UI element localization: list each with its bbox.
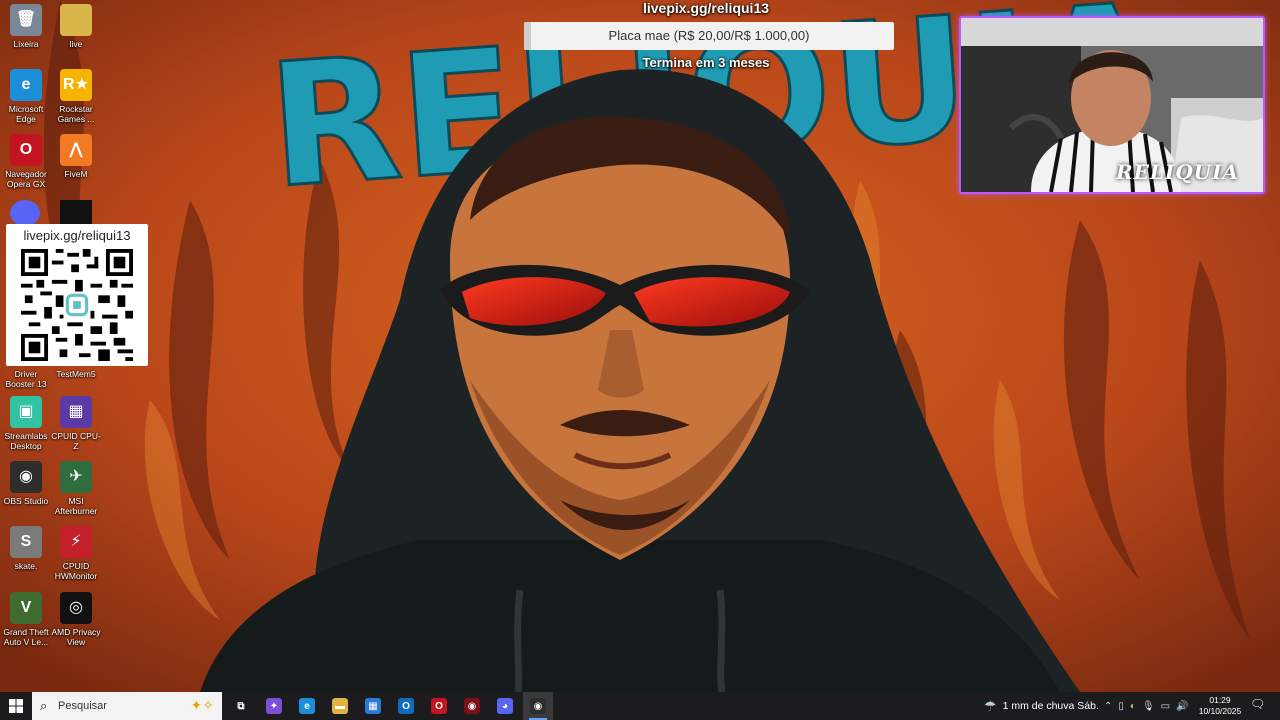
taskbar-app-unknown-red[interactable]: ◉ (457, 692, 487, 720)
opera-gx-icon: O (10, 134, 42, 166)
goal-progress-bar: Placa mae (R$ 20,00/R$ 1.000,00) (524, 22, 894, 50)
taskbar-app-copilot[interactable]: ✦ (259, 692, 289, 720)
desktop-icon-amd-privacy[interactable]: ◎ AMD Privacy View (50, 592, 102, 647)
desktop-icon-edge[interactable]: e Microsoft Edge (0, 69, 52, 124)
fivem-icon: ⋀ (60, 134, 92, 166)
goal-text: Placa mae (R$ 20,00/R$ 1.000,00) (608, 28, 810, 43)
file-explorer-icon: ▬ (332, 698, 348, 714)
show-hidden-icons[interactable]: ⌃ (1104, 701, 1112, 712)
webcam-label: RELIQUIA (1115, 160, 1239, 184)
desktop-icon-skate[interactable]: Sskate. (0, 526, 52, 571)
search-placeholder: Pesquisar (58, 700, 107, 712)
goal-ends-text: Termina em 3 meses (642, 55, 770, 70)
edge-icon: e (10, 69, 42, 101)
search-icon: ⌕ (40, 698, 48, 713)
taskbar-app-discord[interactable]: ◕ (490, 692, 520, 720)
edge-icon: e (299, 698, 315, 714)
app-icon[interactable] (60, 200, 92, 226)
network-icon[interactable]: ▭ (1161, 701, 1170, 712)
desktop-icon-label: Navegador Opera GX (5, 169, 47, 189)
desktop-icon-label: FiveM (64, 169, 88, 179)
desktop-icon-afterburner[interactable]: ✈ MSI Afterburner (50, 461, 102, 516)
desktop-icon-label: CPUID HWMonitor (54, 561, 98, 581)
taskbar-app-opera[interactable]: O (424, 692, 454, 720)
tablet-icon[interactable]: ▯ (1118, 701, 1124, 712)
desktop-icon-gta-v[interactable]: V Grand Theft Auto V Le... (0, 592, 52, 647)
desktop-icon-obs[interactable]: ◉ OBS Studio (0, 461, 52, 506)
desktop-icon-label: AMD Privacy View (51, 627, 101, 647)
windows-logo-icon (9, 699, 23, 713)
task-view-icon: ⧉ (233, 698, 249, 714)
desktop-icon-label: Rockstar Games ... (57, 104, 95, 124)
desktop-icon-label: TestMem5 (56, 369, 96, 379)
app-icon: ◉ (464, 698, 480, 714)
desktop-icon-label: CPUID CPU-Z (51, 431, 101, 451)
amd-privacy-icon: ◎ (60, 592, 92, 624)
cpuz-icon: ▦ (60, 396, 92, 428)
taskbar-app-taskview[interactable]: ⧉ (226, 692, 256, 720)
desktop-icon-rockstar[interactable]: R★ Rockstar Games ... (50, 69, 102, 124)
recycle-bin-icon: 🗑 (10, 4, 42, 36)
desktop-icon-fivem[interactable]: ⋀ FiveM (50, 134, 102, 179)
desktop-icon-label: OBS Studio (3, 496, 49, 506)
taskbar-app-outlook[interactable]: O (391, 692, 421, 720)
taskbar: ⌕ Pesquisar ✦✧ ⧉ ✦ e ▬ ▦ O O ◉ ◕ ◉ ☂ 1 mm de chuv… (0, 692, 1280, 720)
desktop-icon-label: Driver Booster 13 (5, 369, 47, 389)
weather-widget[interactable]: ☂ 1 mm de chuva Sáb. (984, 692, 1099, 720)
system-tray: ⌃ ▯ ◐ 🎙 ▭ 🔊 (1104, 692, 1189, 720)
weather-icon: ☂ (984, 697, 997, 714)
desktop-icon-label: live (69, 39, 83, 49)
afterburner-icon: ✈ (60, 461, 92, 493)
obs-icon: ◉ (10, 461, 42, 493)
microphone-icon[interactable]: 🎙 (1142, 701, 1155, 712)
store-icon: ▦ (365, 698, 381, 714)
outlook-icon: O (398, 698, 414, 714)
taskbar-search[interactable]: ⌕ Pesquisar ✦✧ (32, 692, 222, 720)
qr-code-widget: livepix.gg/reliqui13 (6, 224, 148, 366)
clock[interactable]: 01:29 10/10/2025 (1196, 695, 1244, 717)
taskbar-app-explorer[interactable]: ▬ (325, 692, 355, 720)
desktop-icon-hwmonitor[interactable]: ⚡ CPUID HWMonitor (50, 526, 102, 581)
desktop-icon-recycle-bin[interactable]: 🗑 Lixeira (0, 4, 52, 49)
gta-v-icon: V (10, 592, 42, 624)
search-highlight-icon: ✦✧ (190, 697, 214, 713)
streamlabs-icon: ▣ (10, 396, 42, 428)
taskbar-app-edge[interactable]: e (292, 692, 322, 720)
notification-center-icon[interactable]: 🗨 (1250, 697, 1265, 711)
opera-gx-icon: O (431, 698, 447, 714)
qr-url: livepix.gg/reliqui13 (23, 228, 131, 243)
desktop-icon-cpuz[interactable]: ▦ CPUID CPU-Z (50, 396, 102, 451)
desktop-icon-label: Microsoft Edge (8, 104, 44, 124)
taskbar-app-store[interactable]: ▦ (358, 692, 388, 720)
discord-icon[interactable] (10, 200, 40, 226)
desktop-icon-label: MSI Afterburner (54, 496, 98, 516)
qr-code-image (21, 249, 133, 361)
copilot-icon: ✦ (266, 698, 282, 714)
desktop-icon-label: Grand Theft Auto V Le... (3, 627, 49, 647)
taskbar-app-obs[interactable]: ◉ (523, 692, 553, 720)
rockstar-icon: R★ (60, 69, 92, 101)
app-tray-icon[interactable]: ◐ (1130, 701, 1136, 712)
goal-title: livepix.gg/reliqui13 (642, 0, 770, 16)
desktop-icon-opera-gx[interactable]: O Navegador Opera GX (0, 134, 52, 189)
hwmonitor-icon: ⚡ (60, 526, 92, 558)
start-button[interactable] (0, 692, 32, 720)
desktop-icon-folder[interactable]: live (50, 4, 102, 49)
volume-icon[interactable]: 🔊 (1176, 701, 1188, 712)
desktop-icon-label: Lixeira (13, 39, 39, 49)
clock-time: 01:29 (1209, 695, 1231, 705)
desktop-icon-label: skate. (14, 561, 38, 571)
weather-text: 1 mm de chuva Sáb. (1002, 700, 1099, 712)
obs-icon: ◉ (530, 698, 546, 714)
discord-icon: ◕ (497, 698, 513, 714)
folder-icon (60, 4, 92, 36)
clock-date: 10/10/2025 (1198, 706, 1242, 716)
skate-icon: S (10, 526, 42, 558)
webcam-overlay: RELIQUIA (959, 16, 1265, 194)
desktop-icon-streamlabs[interactable]: ▣ Streamlabs Desktop (0, 396, 52, 451)
desktop-icon-label: Streamlabs Desktop (4, 431, 48, 451)
